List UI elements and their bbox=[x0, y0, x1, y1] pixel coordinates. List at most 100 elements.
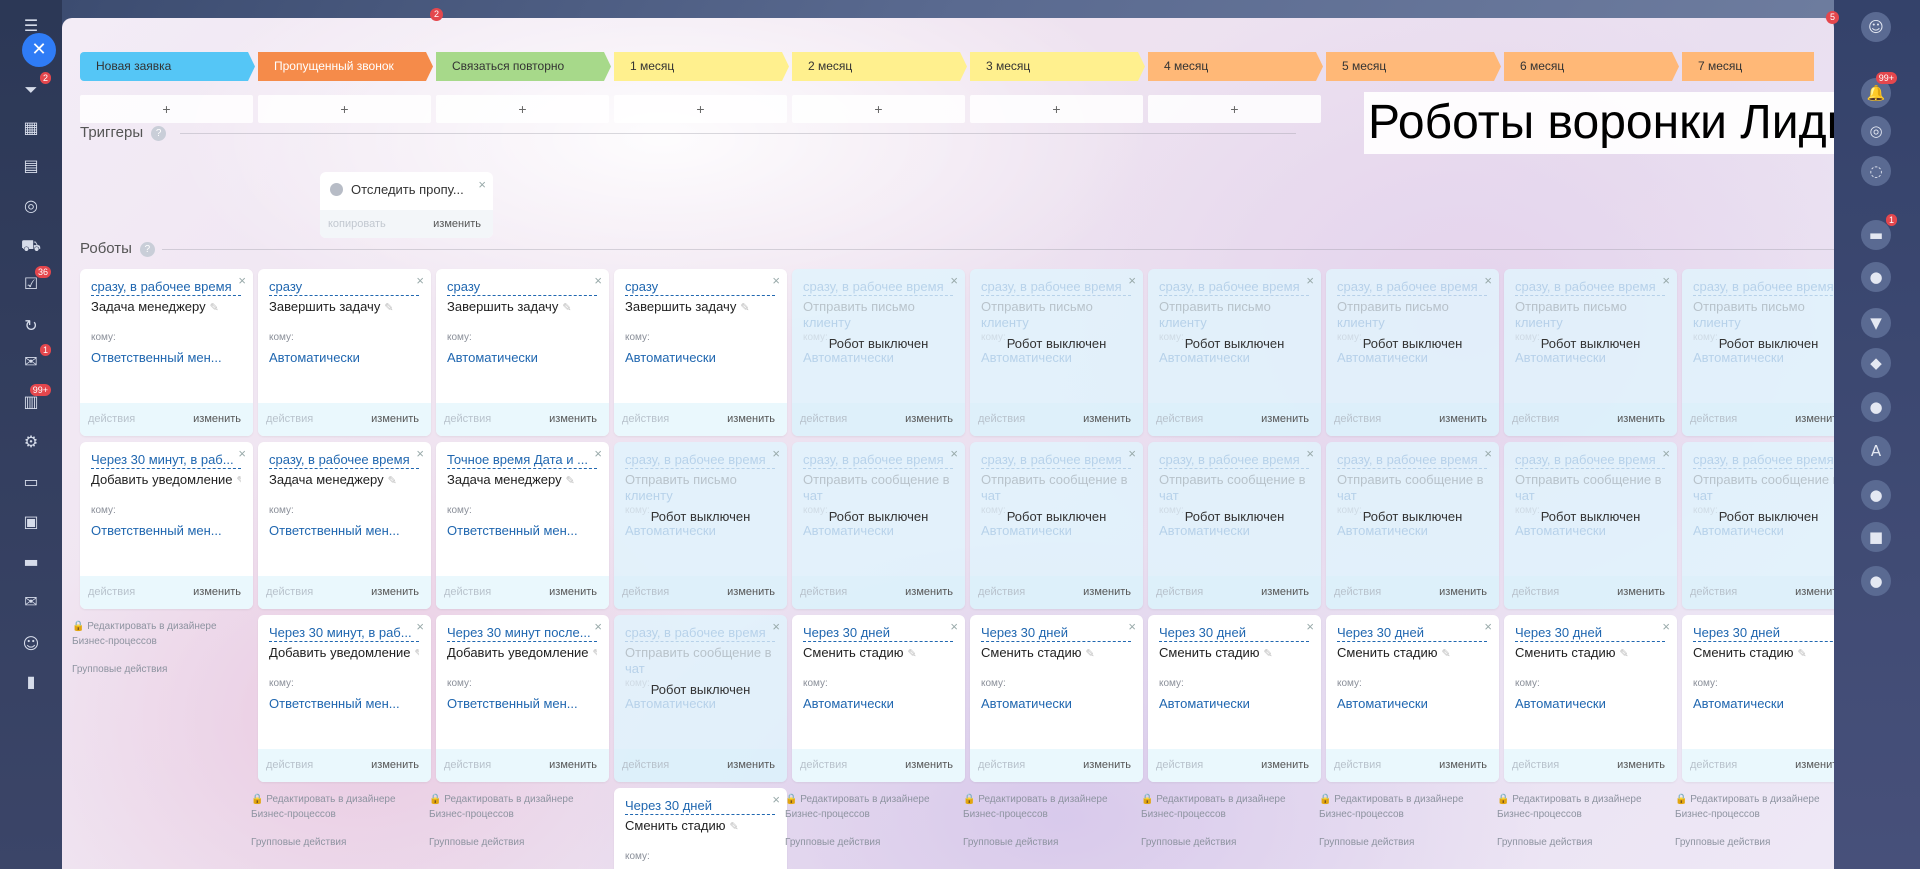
edit-link[interactable]: изменить bbox=[1617, 576, 1665, 609]
recipient-link[interactable]: Автоматически bbox=[625, 523, 775, 538]
robot-delay-link[interactable]: сразу, в рабочее время bbox=[1693, 279, 1834, 296]
pencil-icon[interactable]: ✎ bbox=[415, 647, 419, 660]
robot-delay-link[interactable]: Через 30 минут, в раб... bbox=[269, 625, 419, 642]
robot-card[interactable]: ×Через 30 днейСменить стадию✎кому:Автома… bbox=[970, 615, 1143, 782]
robot-delay-link[interactable]: сразу, в рабочее время bbox=[625, 452, 775, 469]
robot-action-title[interactable]: Завершить задачу ✎ bbox=[625, 299, 775, 316]
stage-tab[interactable]: Новая заявка bbox=[80, 52, 255, 81]
robot-card[interactable]: ×Через 30 днейСменить стадию✎кому:Автома… bbox=[1682, 615, 1834, 782]
actions-link[interactable]: действия bbox=[1156, 403, 1203, 436]
robot-card[interactable]: ×Через 30 днейСменить стадию✎кому:Автома… bbox=[792, 615, 965, 782]
recipient-link[interactable]: Автоматически bbox=[803, 696, 953, 711]
robot-delay-link[interactable]: сразу, в рабочее время bbox=[1515, 279, 1665, 296]
robot-delay-link[interactable]: Через 30 дней bbox=[625, 798, 775, 815]
robot-card[interactable]: × сразу, в рабочее время Задача менеджеру ✎… bbox=[80, 269, 253, 436]
actions-link[interactable]: действия bbox=[266, 576, 313, 609]
group-actions-link[interactable]: Групповые действия bbox=[963, 835, 1108, 850]
stage-tab[interactable]: 6 месяц bbox=[1504, 52, 1679, 81]
edit-link[interactable]: изменить bbox=[549, 576, 597, 609]
user-avatar-icon[interactable]: ☺ bbox=[1861, 12, 1891, 42]
robot-delay-link[interactable]: сразу, в рабочее время bbox=[1515, 452, 1665, 469]
robot-action-title[interactable]: Сменить стадию ✎ bbox=[1337, 645, 1487, 662]
group-actions-link[interactable]: Групповые действия bbox=[785, 835, 930, 850]
robot-card[interactable]: ×Через 30 днейСменить стадию✎кому:Автома… bbox=[1148, 615, 1321, 782]
recipient-link[interactable]: Ответственный мен... bbox=[91, 350, 241, 365]
group-actions-link[interactable]: Групповые действия bbox=[1675, 835, 1820, 850]
docs-icon[interactable]: ▥ 99+ bbox=[19, 384, 51, 414]
monitor-icon[interactable]: ▣ bbox=[19, 510, 43, 534]
recipient-link[interactable]: Автоматически bbox=[1337, 523, 1487, 538]
robot-card[interactable]: × сразу Завершить задачу ✎ кому: Автоматическ… bbox=[258, 269, 431, 436]
robot-action-title[interactable]: Сменить стадию ✎ bbox=[1159, 645, 1309, 662]
robot-delay-link[interactable]: Через 30 минут после... bbox=[447, 625, 597, 642]
robot-delay-link[interactable]: сразу bbox=[269, 279, 419, 296]
robot-action-title[interactable]: Сменить стадию ✎ bbox=[981, 645, 1131, 662]
robots-help-icon[interactable]: ? bbox=[139, 241, 155, 257]
edit-link[interactable]: изменить bbox=[1795, 576, 1834, 609]
recipient-link[interactable]: Автоматически bbox=[1515, 523, 1665, 538]
group-avatar-icon[interactable]: ● bbox=[1861, 566, 1891, 596]
robot-card-disabled[interactable]: ×сразу, в рабочее времяОтправить сообщен… bbox=[970, 442, 1143, 609]
edit-link[interactable]: изменить bbox=[371, 576, 419, 609]
person-avatar-icon[interactable]: ● bbox=[1861, 392, 1891, 422]
fingerprint-icon[interactable]: ◎ bbox=[1861, 116, 1891, 146]
robot-card-disabled[interactable]: ×сразу, в рабочее времяОтправить сообщен… bbox=[1326, 442, 1499, 609]
bp-designer-link-continued[interactable]: Бизнес-процессов bbox=[1141, 809, 1226, 820]
bp-designer-link-continued[interactable]: Бизнес-процессов bbox=[1497, 809, 1582, 820]
analytics-icon[interactable]: ▮ bbox=[19, 670, 43, 694]
recipient-link[interactable]: Автоматически bbox=[625, 696, 775, 711]
bp-designer-link[interactable]: 🔒 Редактировать в дизайнере bbox=[1319, 794, 1464, 805]
stage-tab[interactable]: 7 месяц bbox=[1682, 52, 1814, 81]
recipient-link[interactable]: Автоматически bbox=[981, 523, 1131, 538]
contacts-icon[interactable]: ☺ bbox=[19, 632, 43, 656]
bp-designer-link[interactable]: 🔒 Редактировать в дизайнере bbox=[1675, 794, 1820, 805]
robot-delay-link[interactable]: сразу, в рабочее время bbox=[981, 279, 1131, 296]
edit-link[interactable]: изменить bbox=[549, 749, 597, 782]
edit-link[interactable]: изменить bbox=[1083, 749, 1131, 782]
robot-action-title[interactable]: Отправить письмо bbox=[1515, 299, 1665, 315]
robot-action-title[interactable]: Сменить стадию ✎ bbox=[625, 818, 775, 835]
recipient-link[interactable]: Ответственный мен... bbox=[91, 523, 241, 538]
recipient-link[interactable]: Автоматически bbox=[447, 350, 597, 365]
robot-action-title[interactable]: Сменить стадию ✎ bbox=[1515, 645, 1665, 662]
actions-link[interactable]: действия bbox=[1334, 576, 1381, 609]
robot-card-disabled[interactable]: ×сразу, в рабочее времяОтправить письмок… bbox=[1504, 269, 1677, 436]
robot-delay-link[interactable]: сразу, в рабочее время bbox=[1159, 452, 1309, 469]
robot-card[interactable]: × Точное время Дата и ... Задача менеджеру… bbox=[436, 442, 609, 609]
robot-delay-link[interactable]: Через 30 дней bbox=[1693, 625, 1834, 642]
actions-link[interactable]: действия bbox=[800, 576, 847, 609]
recipient-link[interactable]: Автоматически bbox=[1515, 696, 1665, 711]
recipient-link[interactable]: Автоматически bbox=[269, 350, 419, 365]
robot-action-title[interactable]: Задача менеджеру ✎ bbox=[447, 472, 597, 489]
actions-link[interactable]: действия bbox=[1156, 749, 1203, 782]
robot-card[interactable]: × Через 30 дней Сменить стадию ✎ кому: bbox=[614, 788, 787, 869]
actions-link[interactable]: действия bbox=[1690, 749, 1737, 782]
robot-delay-link[interactable]: Через 30 дней bbox=[981, 625, 1131, 642]
robot-card[interactable]: × сразу Завершить задачу ✎ кому: Автоматическ… bbox=[614, 269, 787, 436]
actions-link[interactable]: действия bbox=[1512, 749, 1559, 782]
pencil-icon[interactable]: ✎ bbox=[740, 301, 749, 314]
group-actions-link[interactable]: Групповые действия bbox=[1319, 835, 1464, 850]
robot-action-title[interactable]: Отправить письмо bbox=[1159, 299, 1309, 315]
actions-link[interactable]: действия bbox=[800, 403, 847, 436]
recipient-link[interactable]: Автоматически bbox=[1693, 523, 1834, 538]
robot-delay-link[interactable]: Через 30 минут, в раб... bbox=[91, 452, 241, 469]
bookmark-icon[interactable]: ▼ bbox=[1861, 308, 1891, 338]
bp-designer-link-continued[interactable]: Бизнес-процессов bbox=[251, 809, 336, 820]
edit-link[interactable]: изменить bbox=[1617, 749, 1665, 782]
robot-action-title[interactable]: Добавить уведомление✎ bbox=[447, 645, 597, 662]
robot-card[interactable]: × сразу Завершить задачу ✎ кому: Автоматическ… bbox=[436, 269, 609, 436]
robot-action-title[interactable]: Отправить письмо bbox=[803, 299, 953, 315]
add-robot-button[interactable]: + bbox=[614, 95, 787, 123]
recipient-link[interactable]: Ответственный мен... bbox=[269, 696, 419, 711]
robot-delay-link[interactable]: Через 30 дней bbox=[1337, 625, 1487, 642]
pencil-icon[interactable]: ✎ bbox=[1263, 647, 1272, 660]
chat-bubble-icon[interactable]: ◌ bbox=[1861, 156, 1891, 186]
pencil-icon[interactable]: ✎ bbox=[1441, 647, 1450, 660]
actions-link[interactable]: действия bbox=[622, 403, 669, 436]
stage-tab[interactable]: Пропущенный звонок bbox=[258, 52, 433, 81]
bp-designer-link[interactable]: 🔒 Редактировать в дизайнере bbox=[963, 794, 1108, 805]
robot-action-title[interactable]: Добавить уведомление✎ bbox=[269, 645, 419, 662]
contact-avatar-icon[interactable]: ● bbox=[1861, 262, 1891, 292]
actions-link[interactable]: действия bbox=[978, 749, 1025, 782]
